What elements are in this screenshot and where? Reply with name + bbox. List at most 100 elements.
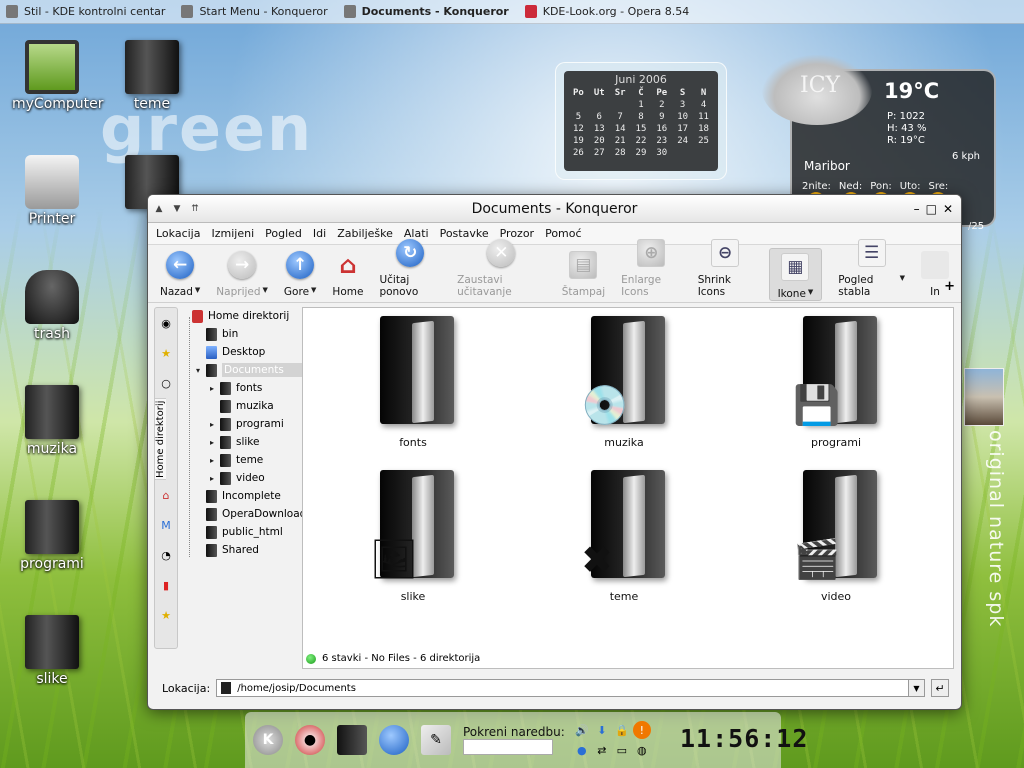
go-icon[interactable]: ↵ [931, 679, 949, 697]
dropdown-arrow-icon[interactable]: ▼ [195, 286, 200, 298]
expand-toggle-icon[interactable]: ▸ [210, 438, 220, 447]
calendar-day[interactable]: 3 [672, 99, 693, 111]
tree-node[interactable]: Home direktorij [182, 307, 296, 325]
toolbar-button[interactable]: → Naprijed ▼ [216, 251, 268, 298]
folder-item[interactable]: 💾 programi [781, 316, 891, 449]
toolbar-button[interactable]: ← Nazad ▼ [160, 251, 200, 298]
toolbar-button[interactable]: ↻ Učitaj ponovo [379, 239, 441, 298]
tree-node[interactable]: bin [182, 325, 296, 343]
download-icon[interactable]: ⬇ [593, 721, 611, 739]
desktop-icon[interactable]: myComputer [12, 40, 104, 112]
expand-toggle-icon[interactable]: ▾ [196, 366, 206, 375]
window-menu-icon[interactable]: ▲ [152, 202, 166, 216]
maximize-icon[interactable]: □ [926, 202, 937, 216]
toolbar-button[interactable]: ⌂ Home [332, 251, 363, 298]
toolbar-button[interactable]: ▤ Štampaj [562, 251, 605, 298]
calendar-day[interactable]: 24 [672, 135, 693, 147]
icon-view[interactable]: fonts 💿 muzika 💾 programi 🖼 slike ✖ teme 🎬 video [302, 307, 954, 669]
calendar-day[interactable]: 2 [651, 99, 672, 111]
tree-node[interactable]: ▸ fonts [182, 379, 296, 397]
desktop-icon[interactable]: programi [12, 500, 92, 572]
dropdown-arrow-icon[interactable]: ▼ [263, 286, 268, 298]
calendar-day[interactable]: 20 [589, 135, 610, 147]
calendar-day[interactable]: 25 [693, 135, 714, 147]
dropdown-arrow-icon[interactable]: ▼ [311, 286, 316, 298]
minimize-icon[interactable]: – [914, 202, 920, 216]
desktop-icon[interactable]: muzika [12, 385, 92, 457]
location-dropdown-icon[interactable]: ▼ [909, 679, 925, 697]
toolbar-extension-icon[interactable]: + [944, 279, 955, 294]
calendar-day[interactable]: 22 [631, 135, 652, 147]
toolbar-button[interactable]: ☰ Pogled stabla ▼ [838, 239, 905, 298]
tree-node[interactable]: ▾ Documents [182, 361, 306, 379]
tree-node[interactable]: Desktop [182, 343, 296, 361]
tree-node[interactable]: Incomplete [182, 487, 296, 505]
toolbar-button[interactable]: ⊖ Shrink Icons [698, 239, 753, 298]
folder-item[interactable]: fonts [358, 316, 468, 449]
calendar-day[interactable]: 19 [568, 135, 589, 147]
taskbar-item[interactable]: Stil - KDE kontrolni centar [0, 0, 175, 24]
sidebar-tab-favorites-icon[interactable]: ★ [155, 600, 177, 630]
sidebar-tab-services-icon[interactable]: M [155, 510, 177, 540]
folder-item[interactable]: 🖼 slike [358, 470, 468, 603]
calendar-day[interactable]: 6 [589, 111, 610, 123]
calendar-day[interactable]: 28 [610, 147, 631, 159]
taskbar-item[interactable]: Documents - Konqueror [338, 0, 519, 24]
taskbar-item[interactable]: KDE-Look.org - Opera 8.54 [519, 0, 700, 24]
toolbar-button[interactable]: ⊕ Enlarge Icons [621, 239, 682, 298]
menu-item[interactable]: Idi [313, 227, 326, 240]
shade-icon[interactable]: ▼ [170, 202, 184, 216]
globe-icon[interactable]: ◍ [633, 741, 651, 759]
taskbar-item[interactable]: Start Menu - Konqueror [175, 0, 337, 24]
expand-toggle-icon[interactable]: ▸ [210, 384, 220, 393]
menu-item[interactable]: Izmijeni [211, 227, 254, 240]
folder-item[interactable]: 🎬 video [781, 470, 891, 603]
menu-item[interactable]: Pogled [265, 227, 302, 240]
close-icon[interactable]: ✕ [943, 202, 953, 216]
alert-icon[interactable]: ! [632, 721, 651, 739]
tree-node[interactable]: Shared [182, 541, 296, 559]
calendar-day[interactable]: 16 [651, 123, 672, 135]
calendar-day[interactable]: 27 [589, 147, 610, 159]
folder-item[interactable]: ✖ teme [569, 470, 679, 603]
calendar-day[interactable]: 4 [693, 99, 714, 111]
kde-menu-icon[interactable]: K [253, 725, 283, 755]
calendar-day[interactable]: 13 [589, 123, 610, 135]
folder-item[interactable]: 💿 muzika [569, 316, 679, 449]
calendar-widget[interactable]: Juni 2006 Po Ut Sr Č Pe S N 1 2 3 4 5 6 7 8 9 10 11 12 13 1… [555, 62, 727, 180]
connections-icon[interactable]: ⇄ [593, 741, 611, 759]
calendar-day[interactable]: 18 [693, 123, 714, 135]
sidebar-tab-bookmarks-icon[interactable]: ★ [155, 338, 177, 368]
calendar-day[interactable]: 12 [568, 123, 589, 135]
tree-node[interactable]: ▸ teme [182, 451, 296, 469]
window-titlebar[interactable]: ▲ ▼ ⇈ Documents - Konqueror – □ ✕ [148, 195, 961, 223]
sidebar-tab-network-icon[interactable]: ◔ [155, 540, 177, 570]
desktop-icon[interactable]: teme [112, 40, 192, 112]
toolbar-button[interactable]: ▦ Ikone ▼ [768, 248, 823, 301]
run-command-input[interactable] [463, 739, 553, 755]
clipboard-icon[interactable]: ▭ [613, 741, 631, 759]
desktop-icon[interactable]: trash [12, 270, 92, 342]
calendar-day[interactable]: 8 [631, 111, 652, 123]
tree-node[interactable]: ▸ programi [182, 415, 296, 433]
tree-node[interactable]: public_html [182, 523, 296, 541]
calendar-day[interactable]: 10 [672, 111, 693, 123]
calendar-day[interactable]: 29 [631, 147, 652, 159]
folder-launcher-icon[interactable] [337, 725, 367, 755]
calendar-day[interactable]: 9 [651, 111, 672, 123]
sidebar-tab-home[interactable]: Home direktorij [155, 398, 166, 480]
location-input[interactable]: /home/josip/Documents [216, 679, 909, 697]
calendar-day[interactable]: 5 [568, 111, 589, 123]
settings-launcher-icon[interactable]: ✎ [421, 725, 451, 755]
menu-item[interactable]: Lokacija [156, 227, 200, 240]
menu-item[interactable]: Pomoć [545, 227, 581, 240]
toolbar-button[interactable]: ✕ Zaustavi učitavanje [457, 239, 546, 298]
network-launcher-icon[interactable] [379, 725, 409, 755]
calendar-day[interactable]: 11 [693, 111, 714, 123]
photo-thumbnail[interactable] [964, 368, 1004, 426]
lock-icon[interactable]: 🔒 [613, 721, 631, 739]
tree-node[interactable]: ▸ slike [182, 433, 296, 451]
expand-toggle-icon[interactable]: ▸ [210, 456, 220, 465]
calendar-day[interactable]: 7 [610, 111, 631, 123]
keep-above-icon[interactable]: ⇈ [188, 202, 202, 216]
